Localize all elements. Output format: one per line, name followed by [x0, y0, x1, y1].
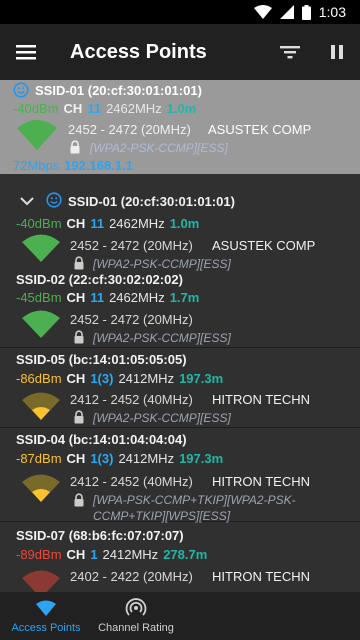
channel-range: 2452 - 2472 (20MHz): [68, 122, 191, 137]
status-time: 1:03: [318, 4, 346, 20]
distance: 1.0m: [166, 101, 197, 116]
lock-icon: [74, 256, 84, 270]
signal-strength: -45dBm: [16, 290, 62, 305]
divider: [0, 347, 360, 348]
wifi-icon: [36, 600, 56, 616]
wifi-signal-icon: [22, 392, 60, 420]
connected-access-point[interactable]: SSID-01 (20:cf:30:01:01:01) -40dBm CH 11…: [0, 80, 360, 174]
channel-value: 1: [90, 547, 98, 562]
vendor: HITRON TECHN: [212, 392, 310, 407]
distance: 197.3m: [179, 371, 224, 386]
wifi-signal-icon: [22, 234, 60, 262]
cellular-signal-icon: [279, 5, 294, 19]
wifi-status-icon: [253, 5, 272, 19]
bottom-navigation: Access Points Channel Rating: [0, 592, 360, 640]
ap-ssid: SSID-02 (22:cf:30:02:02:02): [16, 272, 183, 287]
signal-strength: -40dBm: [13, 101, 59, 116]
distance: 278.7m: [163, 547, 208, 562]
security: [WPA2-PSK-CCMP][ESS]: [93, 257, 231, 271]
channel-label: CH: [63, 101, 83, 116]
channel-value: 11: [90, 216, 105, 231]
list-item[interactable]: SSID-07 (68:b6:fc:07:07:07) -89dBm CH 1 …: [0, 522, 360, 592]
ip-address: 192.168.1.1: [64, 158, 133, 173]
page-title: Access Points: [70, 41, 207, 63]
channel-label: CH: [66, 371, 86, 386]
signal-strength: -86dBm: [16, 371, 62, 386]
frequency: 2462MHz: [109, 216, 165, 231]
distance: 197.3m: [179, 451, 224, 466]
status-bar: 1:03: [0, 0, 360, 24]
channel-label: CH: [66, 216, 86, 231]
wifi-signal-icon: [17, 120, 57, 150]
frequency: 2462MHz: [106, 101, 162, 116]
wifi-signal-icon: [22, 570, 60, 592]
app-bar: Access Points: [0, 24, 360, 80]
connected-ssid: SSID-01 (20:cf:30:01:01:01): [35, 83, 202, 98]
vendor: ASUSTEK COMP: [212, 238, 316, 253]
channel-range: 2402 - 2422 (20MHz): [70, 569, 193, 584]
channel-range: 2452 - 2472 (20MHz): [70, 312, 193, 327]
channel-range: 2452 - 2472 (20MHz): [70, 238, 193, 253]
frequency: 2412MHz: [102, 547, 159, 562]
channel-value: 1(3): [90, 451, 114, 466]
lock-icon: [70, 140, 80, 154]
channel-value: 11: [90, 290, 105, 305]
list-item[interactable]: SSID-04 (bc:14:01:04:04:04) -87dBm CH 1(…: [0, 428, 360, 523]
ap-ssid: SSID-04 (bc:14:01:04:04:04): [16, 432, 187, 447]
frequency: 2462MHz: [109, 290, 165, 305]
tab-channel-rating[interactable]: Channel Rating: [92, 592, 180, 640]
frequency: 2412MHz: [118, 451, 175, 466]
security: [WPA2-PSK-CCMP][ESS]: [93, 331, 231, 345]
wifi-signal-icon: [22, 310, 60, 338]
filter-icon[interactable]: [276, 38, 304, 66]
channel-label: CH: [66, 547, 86, 562]
list-item[interactable]: SSID-02 (22:cf:30:02:02:02) -45dBm CH 11…: [0, 272, 360, 348]
lock-icon: [74, 493, 84, 507]
battery-icon: [301, 4, 311, 20]
tab-channel-rating-label: Channel Rating: [98, 622, 174, 634]
signal-strength: -89dBm: [16, 547, 62, 562]
tab-access-points[interactable]: Access Points: [0, 592, 92, 640]
channel-range: 2412 - 2452 (40MHz): [70, 474, 193, 489]
security: [WPA2-PSK-CCMP][ESS]: [90, 141, 228, 155]
smiley-icon: [46, 192, 62, 208]
frequency: 2412MHz: [118, 371, 175, 386]
pause-icon[interactable]: [323, 38, 351, 66]
access-point-list[interactable]: SSID-01 (20:cf:30:01:01:01) -40dBm CH 11…: [0, 174, 360, 592]
menu-icon[interactable]: [12, 38, 40, 66]
distance: 1.7m: [169, 290, 200, 305]
chevron-down-icon[interactable]: [20, 196, 34, 206]
signal-strength: -40dBm: [16, 216, 62, 231]
vendor: HITRON TECHN: [212, 474, 310, 489]
antenna-icon: [125, 598, 147, 616]
ap-ssid: SSID-01 (20:cf:30:01:01:01): [68, 194, 235, 209]
ap-ssid: SSID-07 (68:b6:fc:07:07:07): [16, 528, 184, 543]
channel-value: 11: [87, 101, 102, 116]
channel-label: CH: [66, 451, 86, 466]
vendor: HITRON TECHN: [212, 569, 310, 584]
smiley-icon: [13, 82, 29, 98]
lock-icon: [74, 410, 84, 424]
wifi-signal-icon: [22, 474, 60, 502]
ap-ssid: SSID-05 (bc:14:01:05:05:05): [16, 352, 187, 367]
channel-range: 2412 - 2452 (40MHz): [70, 392, 193, 407]
list-item[interactable]: SSID-05 (bc:14:01:05:05:05) -86dBm CH 1(…: [0, 350, 360, 428]
distance: 1.0m: [169, 216, 200, 231]
vendor: ASUSTEK COMP: [208, 122, 312, 137]
security-line-1: [WPA-PSK-CCMP+TKIP][WPA2-PSK-: [93, 493, 296, 507]
channel-label: CH: [66, 290, 86, 305]
security: [WPA2-PSK-CCMP][ESS]: [93, 411, 231, 425]
channel-value: 1(3): [90, 371, 114, 386]
link-speed: 72Mbps: [13, 158, 60, 173]
list-item[interactable]: SSID-01 (20:cf:30:01:01:01) -40dBm CH 11…: [0, 174, 360, 271]
tab-access-points-label: Access Points: [11, 622, 81, 634]
signal-strength: -87dBm: [16, 451, 62, 466]
lock-icon: [74, 330, 84, 344]
